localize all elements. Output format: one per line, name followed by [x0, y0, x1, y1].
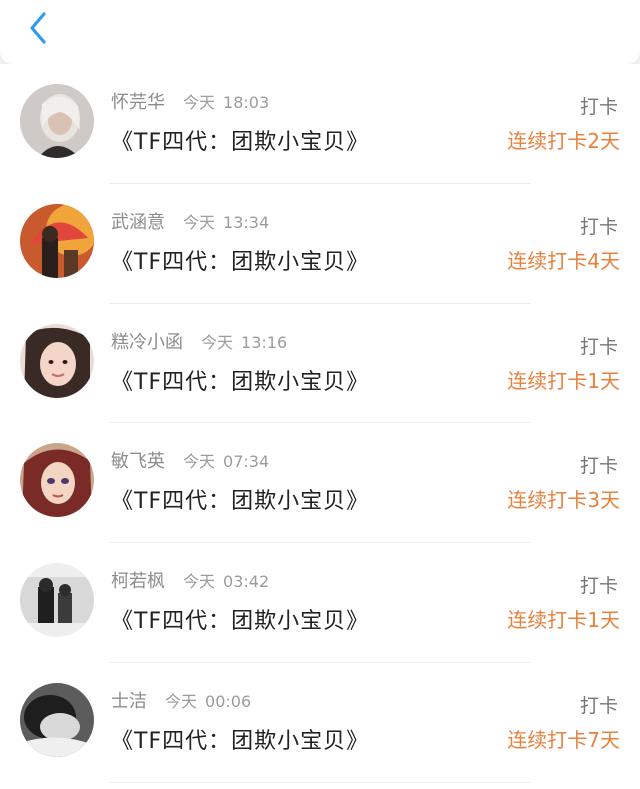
post-date: 今天: [183, 572, 216, 592]
avatar[interactable]: [20, 203, 94, 278]
user-name[interactable]: 糕冷小函: [111, 332, 183, 353]
user-name[interactable]: 士洁: [111, 691, 147, 712]
checkin-label: 打卡: [579, 215, 618, 238]
entry-meta: 士洁 今天 00:06: [111, 687, 251, 713]
list-item[interactable]: 敏飞英 今天 07:34 《TF四代：团欺小宝贝》 打卡 连续打卡3天: [0, 423, 640, 544]
streak-label: 连续打卡4天: [507, 248, 620, 273]
entry-meta: 柯若枫 今天 03:42: [111, 567, 269, 593]
post-date: 今天: [183, 452, 216, 472]
user-name[interactable]: 敏飞英: [111, 451, 165, 472]
streak-label: 连续打卡3天: [507, 488, 620, 513]
avatar[interactable]: [20, 443, 94, 518]
checkin-label: 打卡: [579, 575, 618, 598]
avatar[interactable]: [20, 84, 94, 158]
post-time: 07:34: [223, 452, 270, 472]
back-button[interactable]: [18, 8, 58, 48]
post-time: 03:42: [223, 572, 270, 592]
user-name[interactable]: 武涵意: [111, 212, 165, 233]
list-item[interactable]: 士洁 今天 00:06 《TF四代：团欺小宝贝》 打卡 连续打卡7天: [0, 663, 640, 783]
user-name[interactable]: 柯若枫: [111, 571, 165, 592]
streak-label: 连续打卡1天: [507, 368, 620, 393]
avatar[interactable]: [20, 682, 94, 757]
list-item[interactable]: 怀芫华 今天 18:03 《TF四代：团欺小宝贝》 打卡 连续打卡2天: [0, 64, 640, 184]
chevron-left-icon: [30, 12, 46, 44]
list-item[interactable]: 糕冷小函 今天 13:16 《TF四代：团欺小宝贝》 打卡 连续打卡1天: [0, 304, 640, 424]
book-title[interactable]: 《TF四代：团欺小宝贝》: [111, 244, 369, 276]
list-item[interactable]: 柯若枫 今天 03:42 《TF四代：团欺小宝贝》 打卡 连续打卡1天: [0, 543, 640, 663]
avatar[interactable]: [20, 563, 94, 638]
checkin-label: 打卡: [579, 96, 618, 118]
streak-label: 连续打卡7天: [507, 727, 620, 752]
book-title[interactable]: 《TF四代：团欺小宝贝》: [111, 723, 369, 755]
book-title[interactable]: 《TF四代：团欺小宝贝》: [111, 483, 369, 515]
list-item[interactable]: 武涵意 今天 13:34 《TF四代：团欺小宝贝》 打卡 连续打卡4天: [0, 184, 640, 304]
entry-meta: 敏飞英 今天 07:34: [111, 447, 269, 473]
avatar[interactable]: [20, 323, 94, 398]
post-date: 今天: [201, 332, 234, 352]
checkin-label: 打卡: [579, 455, 618, 478]
post-date: 今天: [183, 212, 216, 232]
checkin-list: 怀芫华 今天 18:03 《TF四代：团欺小宝贝》 打卡 连续打卡2天 武涵意 今天 1…: [0, 64, 640, 789]
divider: [110, 781, 530, 783]
book-title[interactable]: 《TF四代：团欺小宝贝》: [111, 603, 369, 635]
book-title[interactable]: 《TF四代：团欺小宝贝》: [111, 124, 369, 156]
checkin-label: 打卡: [579, 335, 618, 358]
entry-meta: 糕冷小函 今天 13:16: [111, 328, 287, 354]
post-time: 13:34: [223, 212, 270, 232]
post-date: 今天: [165, 691, 198, 711]
post-time: 18:03: [223, 93, 270, 112]
top-bar: [0, 0, 640, 64]
streak-label: 连续打卡2天: [507, 129, 620, 153]
post-date: 今天: [183, 93, 216, 112]
entry-meta: 武涵意 今天 13:34: [111, 208, 269, 234]
user-name[interactable]: 怀芫华: [111, 92, 165, 113]
checkin-label: 打卡: [579, 694, 618, 717]
post-time: 13:16: [241, 332, 288, 352]
book-title[interactable]: 《TF四代：团欺小宝贝》: [111, 364, 369, 396]
entry-meta: 怀芫华 今天 18:03: [111, 88, 269, 114]
streak-label: 连续打卡1天: [507, 608, 620, 633]
post-time: 00:06: [205, 691, 252, 711]
